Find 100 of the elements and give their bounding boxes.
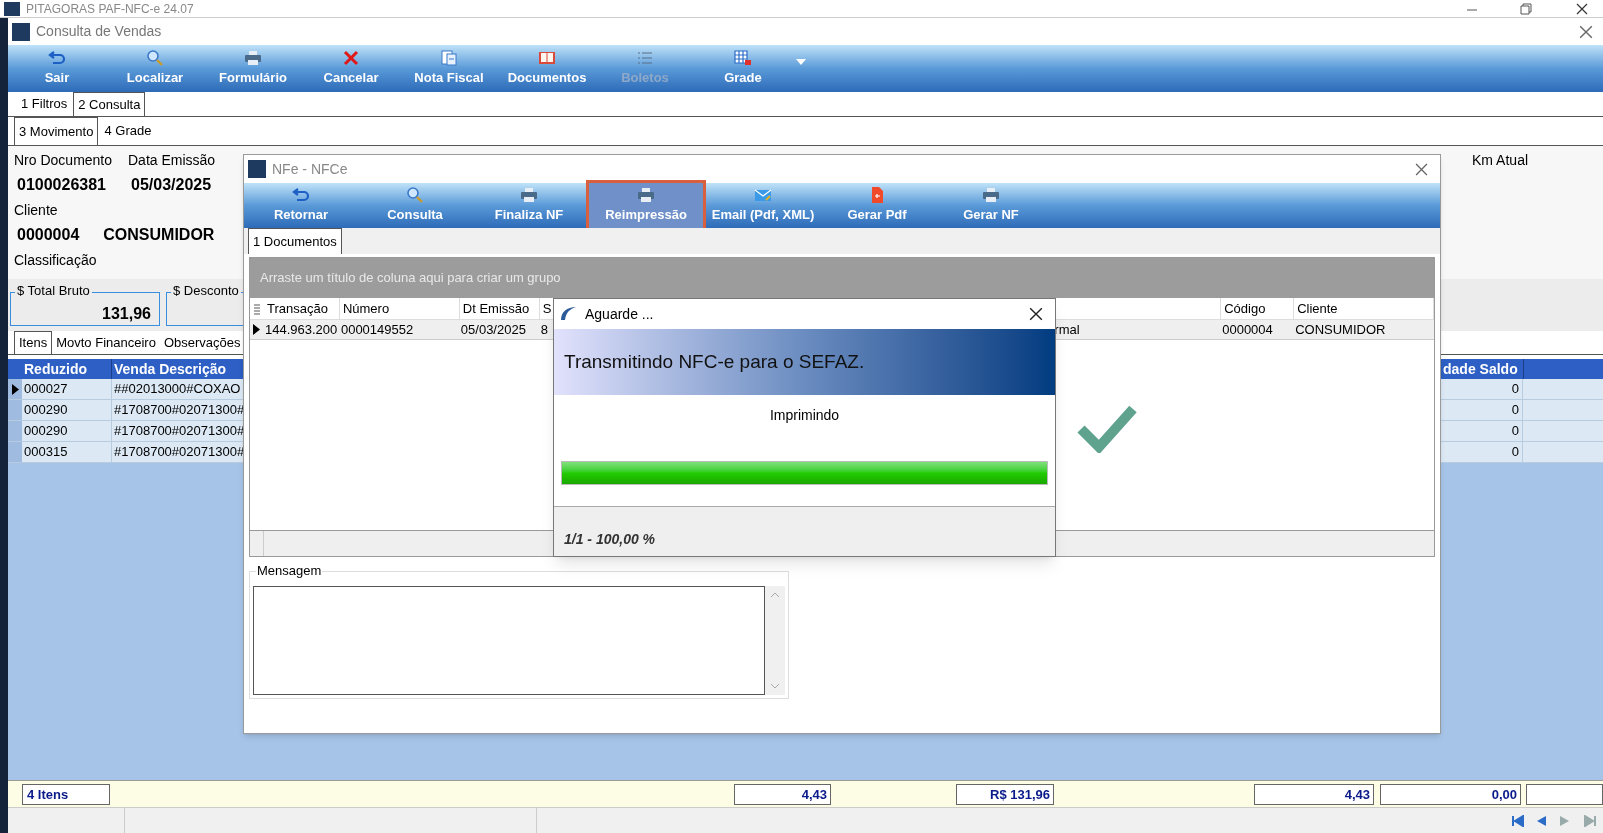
toolbar-button[interactable]: Gerar NF bbox=[934, 183, 1048, 228]
column-header: dade Saldo bbox=[1443, 360, 1519, 379]
toolbar-button[interactable]: Reimpressão bbox=[586, 180, 706, 231]
previous-icon[interactable] bbox=[1535, 814, 1547, 827]
field-value: 0100026381 bbox=[17, 175, 107, 195]
toolbar-button[interactable]: Cancelar bbox=[302, 45, 400, 92]
table-cell: 0 bbox=[1443, 379, 1523, 399]
tab[interactable]: 1 Filtros bbox=[17, 92, 72, 116]
table-cell: 000315 bbox=[22, 442, 112, 462]
printer-icon bbox=[244, 49, 262, 66]
field-label: $ Total Bruto bbox=[15, 283, 92, 299]
first-page-icon[interactable] bbox=[1511, 814, 1525, 827]
book-icon bbox=[538, 49, 556, 66]
table-cell-text: #1708700#02071300# bbox=[113, 443, 246, 461]
toolbar-button[interactable]: Finaliza NF bbox=[472, 183, 586, 228]
table-cell-text: 05/03/2025 bbox=[459, 320, 526, 339]
document-icon bbox=[440, 49, 458, 66]
table-cell-text: 8 bbox=[539, 320, 548, 339]
field-value: 05/03/2025 bbox=[131, 175, 212, 195]
message-field[interactable] bbox=[253, 586, 765, 695]
printer-icon bbox=[520, 186, 538, 203]
printer-icon bbox=[982, 186, 1000, 203]
row-pointer-icon bbox=[11, 383, 19, 395]
banner-text: Transmitindo NFC-e para o SEFAZ. bbox=[564, 349, 865, 374]
tab[interactable]: 1 Documentos bbox=[248, 228, 342, 254]
column-header: Número bbox=[341, 299, 390, 318]
table-cell: 0 bbox=[1443, 400, 1523, 420]
toolbar-button[interactable]: Email (Pdf, XML) bbox=[706, 183, 820, 228]
list-icon bbox=[636, 49, 654, 66]
toolbar-button[interactable]: Documentos bbox=[498, 45, 596, 92]
search-icon bbox=[406, 186, 424, 203]
tab[interactable]: 3 Movimento bbox=[14, 117, 99, 145]
total-cell: 4 Itens bbox=[22, 783, 110, 805]
total-cell: 4,43 bbox=[1254, 783, 1374, 805]
field-value: 131,96 bbox=[102, 305, 151, 323]
field-label: Km Atual bbox=[1472, 151, 1529, 170]
toolbar-button[interactable]: Formulário bbox=[204, 45, 302, 92]
tab[interactable]: 2 Consulta bbox=[73, 92, 146, 116]
last-page-icon[interactable] bbox=[1583, 814, 1597, 827]
column-header: Venda Descrição bbox=[113, 360, 228, 379]
toolbar-button[interactable]: Sair bbox=[8, 45, 106, 92]
search-icon bbox=[146, 49, 164, 66]
tab[interactable]: Observações bbox=[159, 331, 245, 354]
column-header: Código bbox=[1223, 299, 1266, 318]
field-label: Classificação bbox=[14, 251, 97, 270]
table-cell-text: #1708700#02071300# bbox=[113, 401, 246, 419]
field-value: CONSUMIDOR bbox=[103, 225, 215, 245]
table-cell: 0 bbox=[1443, 421, 1523, 441]
close-icon[interactable] bbox=[1029, 307, 1043, 321]
status-text: Imprimindo bbox=[768, 406, 841, 425]
field-label: Cliente bbox=[14, 201, 58, 220]
table-cell-text: 144.963.200 bbox=[264, 320, 338, 339]
window-title: Consulta de Vendas bbox=[36, 22, 162, 41]
progress-text: 1/1 - 100,00 % bbox=[564, 530, 656, 549]
field-value: 0000004 bbox=[17, 225, 80, 245]
grid-icon bbox=[734, 49, 752, 66]
close-icon[interactable] bbox=[1576, 2, 1588, 15]
toolbar-button[interactable]: Consulta bbox=[358, 183, 472, 228]
app-icon bbox=[4, 1, 20, 16]
window-icon bbox=[12, 22, 30, 41]
checkmark-icon bbox=[1077, 403, 1137, 453]
row-header[interactable] bbox=[8, 379, 22, 399]
scroll-down-icon[interactable] bbox=[770, 683, 780, 689]
restore-icon[interactable] bbox=[1520, 2, 1532, 15]
table-cell-text: 0000004 bbox=[1221, 320, 1273, 339]
next-icon[interactable] bbox=[1559, 814, 1571, 827]
tab[interactable]: Itens bbox=[14, 331, 53, 354]
field-label: Data Emissão bbox=[128, 151, 216, 170]
dialog-title: NFe - NFCe bbox=[272, 159, 348, 179]
table-cell: 0 bbox=[1443, 442, 1523, 462]
toolbar-button[interactable]: Grade bbox=[694, 45, 792, 92]
column-header: S bbox=[541, 299, 552, 318]
toolbar-button[interactable]: Gerar Pdf bbox=[820, 183, 934, 228]
table-cell-text: 0000149552 bbox=[339, 320, 414, 339]
column-header: Transação bbox=[266, 299, 328, 318]
field-label: Nro Documento bbox=[14, 151, 114, 170]
total-cell: 0,00 bbox=[1380, 783, 1521, 805]
app-title: PITAGORAS PAF-NFC-e 24.07 bbox=[26, 2, 194, 15]
table-cell: 000290 bbox=[22, 421, 112, 441]
toolbar-button[interactable]: Nota Fiscal bbox=[400, 45, 498, 92]
undo-arrow-icon bbox=[48, 49, 66, 66]
total-cell: 4,43 bbox=[734, 783, 831, 805]
close-icon bbox=[342, 49, 360, 66]
field-label: $ Desconto bbox=[171, 283, 241, 299]
scroll-up-icon[interactable] bbox=[770, 592, 780, 598]
tab[interactable]: Movto Financeiro bbox=[52, 331, 160, 354]
table-cell: 000027 bbox=[22, 379, 112, 399]
column-header: Dt Emissão bbox=[461, 299, 530, 318]
table-cell-text: #1708700#02071300# bbox=[113, 422, 246, 440]
dialog-title: Aguarde ... bbox=[585, 304, 654, 324]
group-label: Mensagem bbox=[256, 563, 323, 579]
row-pointer-icon bbox=[253, 324, 261, 335]
table-cell: 000290 bbox=[22, 400, 112, 420]
toolbar-button[interactable]: Localizar bbox=[106, 45, 204, 92]
toolbar-button[interactable]: Retornar bbox=[244, 183, 358, 228]
column-header: Cliente bbox=[1296, 299, 1338, 318]
dropdown-caret-icon[interactable] bbox=[796, 58, 806, 65]
column-chooser-icon[interactable] bbox=[251, 302, 263, 315]
window-icon bbox=[248, 160, 266, 178]
tab[interactable]: 4 Grade bbox=[100, 117, 156, 145]
